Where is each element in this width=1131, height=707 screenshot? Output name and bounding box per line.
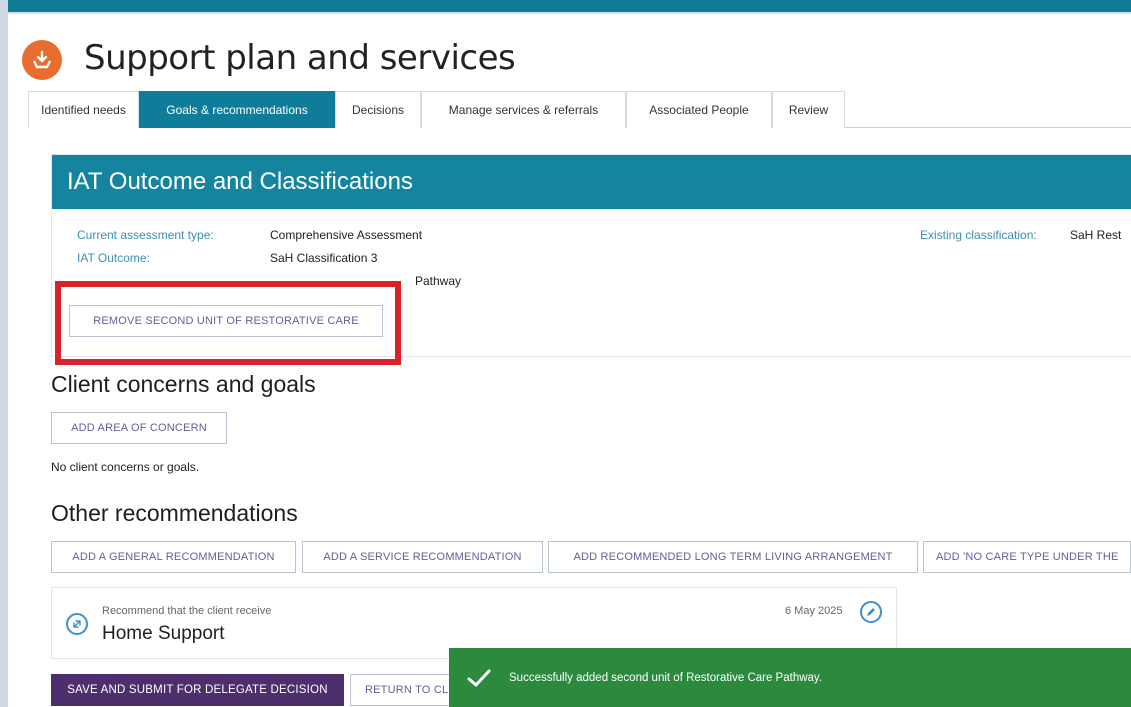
recommendation-value: Home Support [102, 623, 225, 644]
iat-outcome-value: SaH Classification 3 [270, 251, 378, 265]
add-service-recommendation-button[interactable]: ADD A SERVICE RECOMMENDATION [302, 541, 543, 573]
success-toast: Successfully added second unit of Restor… [449, 648, 1131, 707]
add-long-term-living-button[interactable]: ADD RECOMMENDED LONG TERM LIVING ARRANGE… [548, 541, 918, 573]
other-recommendations-title: Other recommendations [51, 500, 298, 526]
page-title: Support plan and services [84, 38, 516, 78]
recommendation-date: 6 May 2025 [785, 605, 843, 617]
add-general-recommendation-button[interactable]: ADD A GENERAL RECOMMENDATION [51, 541, 296, 573]
assessment-type-label: Current assessment type: [77, 228, 214, 242]
edit-icon[interactable] [860, 601, 882, 623]
tab-bar: Identified needs Goals & recommendations… [28, 91, 1131, 128]
checkmark-icon [449, 667, 509, 689]
tab-review[interactable]: Review [772, 91, 845, 128]
iat-outcome-label: IAT Outcome: [77, 251, 150, 265]
toast-message: Successfully added second unit of Restor… [509, 671, 823, 684]
tab-manage-services[interactable]: Manage services & referrals [421, 91, 626, 128]
highlight-box [55, 281, 401, 365]
tab-decisions[interactable]: Decisions [335, 91, 421, 128]
left-edge [0, 0, 8, 707]
recommendation-label: Recommend that the client receive [102, 605, 272, 617]
concerns-title: Client concerns and goals [51, 371, 316, 397]
no-concerns-text: No client concerns or goals. [51, 460, 200, 474]
top-bar [0, 0, 1131, 12]
return-to-client-button[interactable]: RETURN TO CLI [350, 674, 460, 706]
tab-goals-recommendations[interactable]: Goals & recommendations [139, 91, 335, 128]
iat-header: IAT Outcome and Classifications [52, 155, 1131, 209]
add-area-of-concern-button[interactable]: ADD AREA OF CONCERN [51, 412, 227, 444]
expand-icon[interactable] [66, 613, 88, 635]
assessment-type-value: Comprehensive Assessment [270, 228, 423, 242]
add-no-care-type-button[interactable]: ADD 'NO CARE TYPE UNDER THE [923, 541, 1131, 573]
support-plan-icon [22, 40, 62, 80]
page-container: Support plan and services Identified nee… [8, 14, 1131, 707]
existing-classification-label: Existing classification: [920, 228, 1037, 242]
tab-identified-needs[interactable]: Identified needs [28, 91, 139, 128]
classification-value-partial: Pathway [415, 274, 462, 288]
existing-classification-value: SaH Rest [1070, 228, 1122, 242]
tab-associated-people[interactable]: Associated People [626, 91, 772, 128]
save-submit-delegate-button[interactable]: SAVE AND SUBMIT FOR DELEGATE DECISION [51, 674, 344, 706]
